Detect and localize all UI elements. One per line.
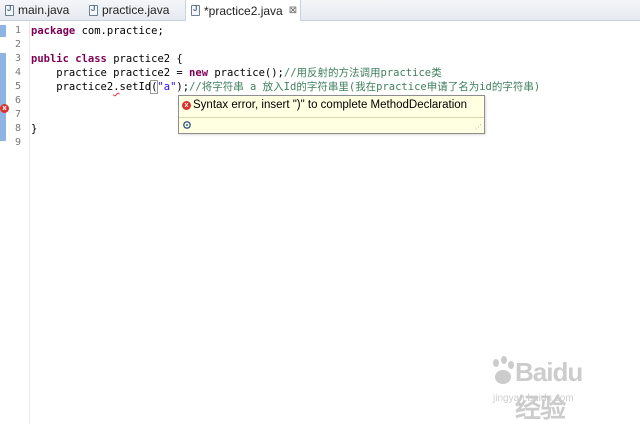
popup-divider [179, 117, 484, 118]
code-text: com.practice; [75, 25, 164, 37]
baidu-watermark: Baidu经验 jingyan.baidu.com [487, 355, 607, 423]
code-text: ); [176, 81, 190, 93]
change-marker [0, 53, 6, 109]
line-number: 7 [15, 109, 22, 120]
code-line-8: } [31, 122, 37, 136]
line-number: 2 [15, 39, 22, 50]
line-number-gutter: 1 2 3 4 5 6 7 8 9 [9, 21, 30, 424]
error-message-text: Syntax error, insert ")" to complete Met… [193, 99, 468, 111]
code-line-3: public class practice2 { [31, 52, 183, 66]
comment: //用反射的方法调用practice类 [283, 67, 442, 79]
string-literal: "a" [157, 81, 177, 93]
java-file-icon [191, 4, 200, 16]
configure-icon[interactable] [182, 120, 192, 130]
line-number: 9 [15, 137, 22, 148]
code-line-1: package com.practice; [31, 24, 164, 38]
change-marker [0, 109, 6, 141]
tab-practice2-java[interactable]: *practice2.java ⊠ [185, 0, 301, 21]
error-marker-icon[interactable]: x [0, 104, 9, 113]
popup-message: x Syntax error, insert ")" to complete M… [182, 99, 467, 111]
java-file-icon [89, 4, 98, 16]
code-line-5: practice2.setId("a");//将字符串 a 放入Id的字符串里(… [31, 80, 540, 94]
watermark-brand: Baidu经验 [515, 357, 583, 423]
code-text: practice(); [208, 67, 284, 79]
line-number: 6 [15, 95, 22, 106]
code-text: setId [119, 81, 152, 93]
tab-label: *practice2.java [204, 3, 283, 18]
line-number: 4 [15, 67, 22, 78]
annotation-ruler: x [0, 21, 9, 424]
tab-main-java[interactable]: main.java [0, 0, 84, 20]
close-tab-icon[interactable]: ⊠ [289, 5, 297, 16]
line-number: 5 [15, 81, 22, 92]
line-number: 1 [15, 25, 22, 36]
watermark-url: jingyan.baidu.com [493, 393, 574, 404]
line-number: 8 [15, 123, 22, 134]
keyword: public [31, 53, 69, 65]
line-number: 3 [15, 53, 22, 64]
code-text: } [31, 123, 38, 135]
change-marker [0, 25, 6, 37]
code-line-4: practice practice2 = new practice();//用反… [31, 66, 442, 80]
tab-label: main.java [18, 3, 70, 17]
tab-practice-java[interactable]: practice.java [84, 0, 184, 20]
keyword: new [189, 67, 209, 79]
java-file-icon [5, 4, 14, 16]
comment: //将字符串 a 放入Id的字符串里(我在practice申请了名为id的字符串… [189, 81, 541, 93]
code-text: practice2 { [106, 53, 183, 65]
error-hover-popup[interactable]: x Syntax error, insert ")" to complete M… [178, 95, 485, 134]
paw-logo-icon [493, 356, 514, 384]
error-icon: x [182, 100, 191, 110]
code-text: practice practice2 = [31, 67, 190, 79]
keyword: package [31, 25, 76, 37]
tab-label: practice.java [102, 3, 170, 17]
code-text: practice2 [31, 81, 114, 93]
editor-tab-bar: main.java practice.java *practice2.java … [0, 0, 640, 21]
keyword: class [75, 53, 107, 65]
resize-grip-icon[interactable]: ⋰ [475, 124, 482, 131]
